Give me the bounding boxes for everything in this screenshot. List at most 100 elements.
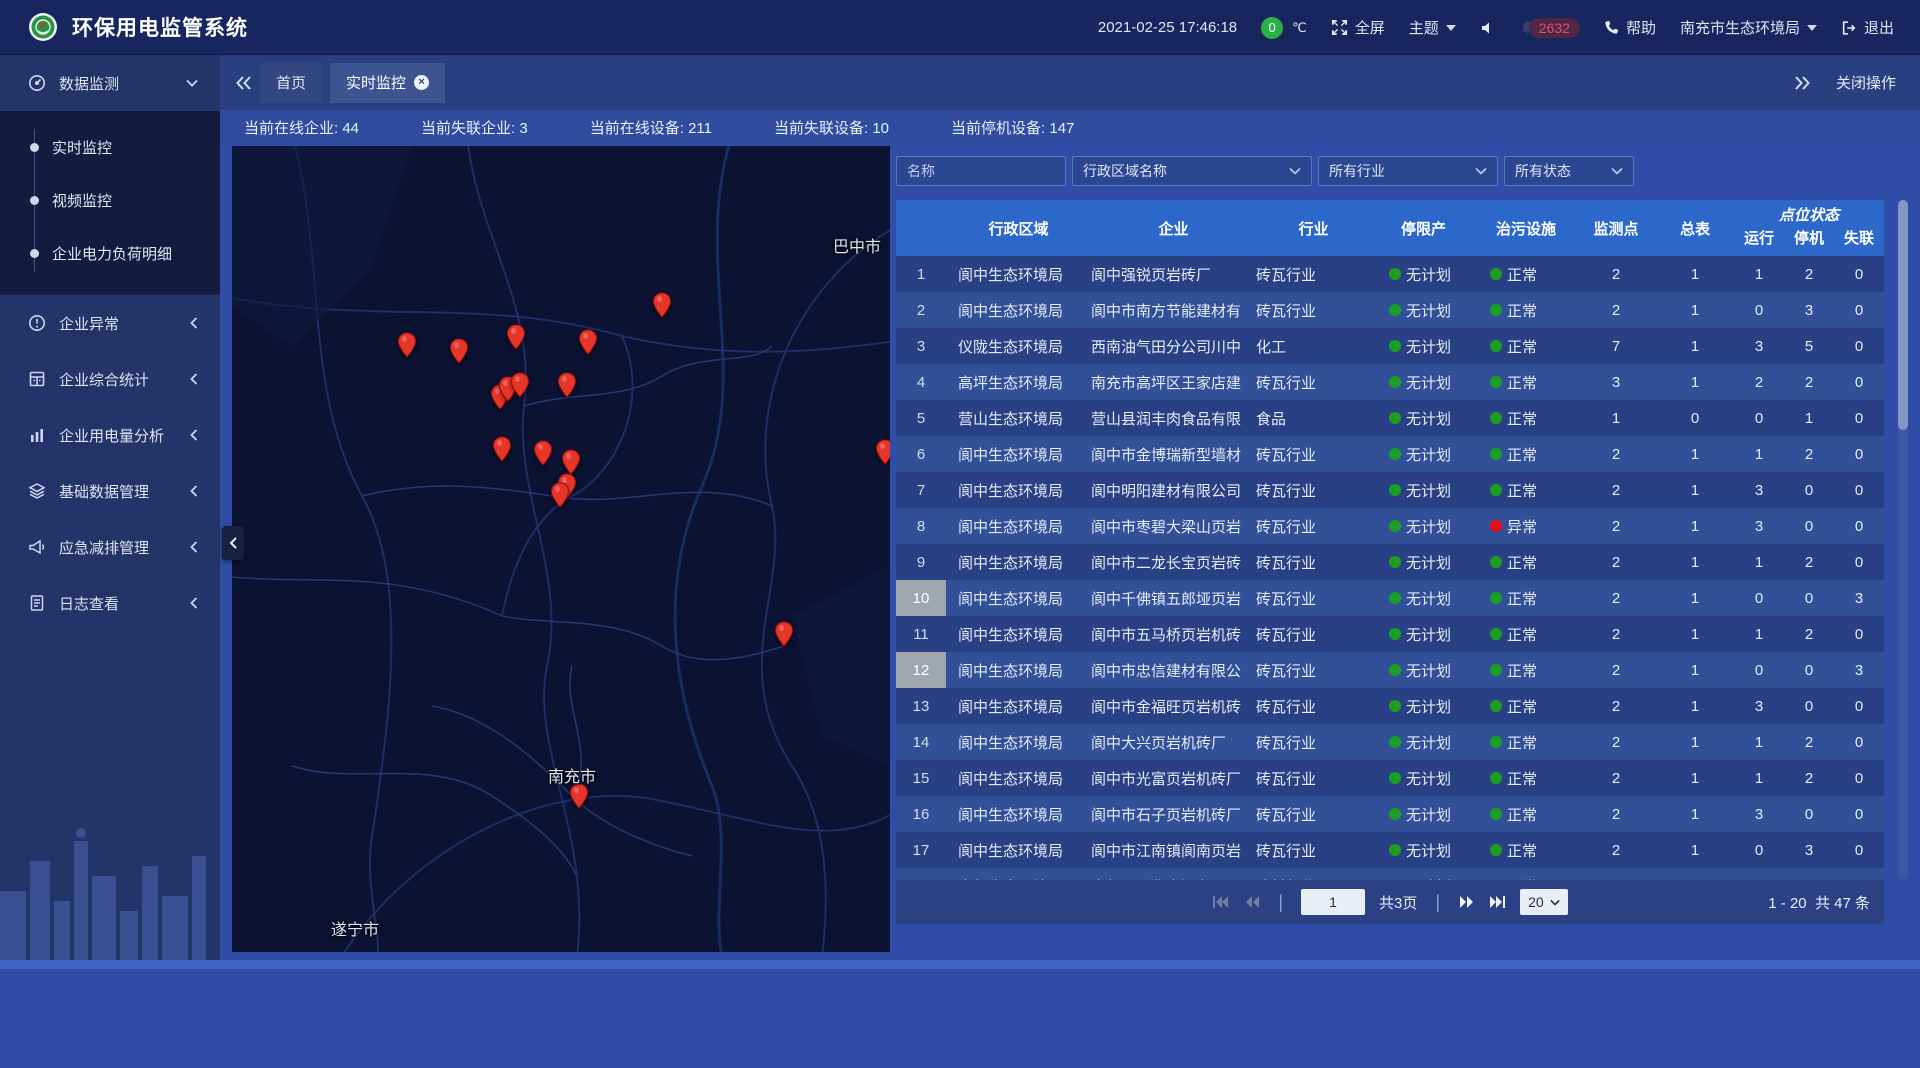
table-row[interactable]: 17 阆中生态环境局 阆中市江南镇阆南页岩 砖瓦行业 无计划 正常 2 1 0 … [896,832,1884,868]
page-size-select[interactable]: 20 [1520,889,1568,915]
status-dot [1490,412,1502,424]
cell-index: 12 [896,652,946,688]
prev-page-button[interactable] [1244,895,1260,909]
status-dot [1389,520,1401,532]
table-row[interactable]: 15 阆中生态环境局 阆中市光富页岩机砖厂 砖瓦行业 无计划 正常 2 1 1 … [896,760,1884,796]
sidebar-item-enterprise-abnormal[interactable]: 企业异常 [0,295,220,351]
tab-home[interactable]: 首页 [260,63,322,103]
theme-dropdown[interactable]: 主题 [1409,17,1456,38]
status-dot [1490,700,1502,712]
table-row[interactable]: 12 阆中生态环境局 阆中市忠信建材有限公 砖瓦行业 无计划 正常 2 1 0 … [896,652,1884,688]
cell-stop-count: 1 [1784,400,1834,436]
logout-button[interactable]: 退出 [1841,17,1894,38]
cell-bureau: 仪陇生态环境局 [946,328,1091,364]
page-number-input[interactable] [1301,889,1365,915]
cell-bureau: 阆中生态环境局 [946,544,1091,580]
map-collapse-button[interactable] [222,526,244,560]
last-page-button[interactable] [1488,895,1506,909]
org-dropdown[interactable]: 南充市生态环境局 [1680,17,1817,38]
tabs-scroll-right-button[interactable] [1794,76,1810,90]
status-dot [1490,844,1502,856]
stat-item: 当前在线设备: 211 [590,117,712,138]
table-row[interactable]: 3 仪陇生态环境局 西南油气田分公司川中 化工 无计划 正常 7 1 3 5 0 [896,328,1884,364]
table-row[interactable]: 4 高坪生态环境局 南充市高坪区王家店建 砖瓦行业 无计划 正常 3 1 2 2… [896,364,1884,400]
help-button[interactable]: 帮助 [1604,17,1656,38]
sidebar-item-enterprise-statistics[interactable]: 企业综合统计 [0,351,220,407]
cell-monitor-count: 3 [1576,364,1656,400]
map-marker-pin[interactable] [449,338,469,364]
cell-index: 10 [896,580,946,616]
sidebar-item-data-monitoring[interactable]: 数据监测 [0,55,220,111]
cell-industry: 砖瓦行业 [1256,256,1371,292]
cell-bureau: 营山生态环境局 [946,400,1091,436]
industry-filter-select[interactable]: 所有行业 [1318,156,1498,186]
cell-limit-status: 无计划 [1371,364,1476,400]
close-operations-dropdown[interactable]: 关闭操作 [1836,72,1896,93]
table-row[interactable]: 10 阆中生态环境局 阆中千佛镇五郎垭页岩 砖瓦行业 无计划 正常 2 1 0 … [896,580,1884,616]
sidebar-item-power-load-detail[interactable]: 企业电力负荷明细 [0,227,220,280]
first-page-button[interactable] [1212,895,1230,909]
footer-strip [0,960,1920,969]
status-filter-select[interactable]: 所有状态 [1504,156,1634,186]
table-row[interactable]: 8 阆中生态环境局 阆中市枣碧大梁山页岩 砖瓦行业 无计划 异常 2 1 3 0… [896,508,1884,544]
cell-facility-status: 正常 [1476,724,1576,760]
cell-company: 西南油气田分公司川中 [1091,328,1256,364]
map-marker-pin[interactable] [533,440,553,466]
notification-button[interactable]: 2632 [1520,18,1580,38]
close-icon[interactable]: × [414,75,429,90]
table-row[interactable]: 7 阆中生态环境局 阆中明阳建材有限公司 砖瓦行业 无计划 正常 2 1 3 0… [896,472,1884,508]
table-row[interactable]: 6 阆中生态环境局 阆中市金博瑞新型墙材 砖瓦行业 无计划 正常 2 1 1 2… [896,436,1884,472]
cell-industry: 砖瓦行业 [1256,724,1371,760]
table-row[interactable]: 5 营山生态环境局 营山县润丰肉食品有限 食品 无计划 正常 1 0 0 1 0 [896,400,1884,436]
cell-run-count: 3 [1734,688,1784,724]
tabs-scroll-left-button[interactable] [236,76,252,90]
fullscreen-button[interactable]: 全屏 [1331,17,1385,38]
map-marker-pin[interactable] [397,332,417,358]
cell-index: 9 [896,544,946,580]
cell-bureau: 阆中生态环境局 [946,832,1091,868]
map-marker-pin[interactable] [875,439,890,465]
sidebar-item-video-monitoring[interactable]: 视频监控 [0,174,220,227]
status-dot [1389,844,1401,856]
table-row[interactable]: 1 阆中生态环境局 阆中强锐页岩砖厂 砖瓦行业 无计划 正常 2 1 1 2 0 [896,256,1884,292]
map-marker-pin[interactable] [578,329,598,355]
name-filter-field[interactable] [896,156,1066,186]
mute-button[interactable] [1480,20,1496,36]
table-row[interactable]: 2 阆中生态环境局 阆中市南方节能建材有 砖瓦行业 无计划 正常 2 1 0 3… [896,292,1884,328]
map-marker-pin[interactable] [774,621,794,647]
cell-bureau: 阆中生态环境局 [946,256,1091,292]
table-row[interactable]: 16 阆中生态环境局 阆中市石子页岩机砖厂 砖瓦行业 无计划 正常 2 1 3 … [896,796,1884,832]
cell-lost-count: 0 [1834,796,1884,832]
table-row[interactable]: 11 阆中生态环境局 阆中市五马桥页岩机砖 砖瓦行业 无计划 正常 2 1 1 … [896,616,1884,652]
scrollbar-thumb[interactable] [1898,200,1908,430]
map-marker-pin[interactable] [557,372,577,398]
cell-monitor-count: 2 [1576,724,1656,760]
region-filter-select[interactable]: 行政区域名称 [1072,156,1312,186]
map-marker-pin[interactable] [561,449,581,475]
map-panel[interactable]: 巴中市南充市遂宁市 [232,146,890,952]
map-marker-pin[interactable] [510,372,530,398]
sidebar-item-base-data[interactable]: 基础数据管理 [0,463,220,519]
next-page-button[interactable] [1458,895,1474,909]
status-dot [1389,376,1401,388]
cell-company: 阆中大兴页岩机砖厂 [1091,724,1256,760]
tab-realtime-monitoring[interactable]: 实时监控 × [330,63,445,103]
map-marker-pin[interactable] [492,436,512,462]
cell-bureau: 阆中生态环境局 [946,796,1091,832]
map-marker-pin[interactable] [652,292,672,318]
name-filter-input[interactable] [907,163,1055,179]
cell-run-count: 0 [1734,400,1784,436]
table-row[interactable]: 18 南部生态环境局 南部县弘化水泥有限公 建材行业 无计划 正常 2 1 [896,868,1884,880]
table-row[interactable]: 14 阆中生态环境局 阆中大兴页岩机砖厂 砖瓦行业 无计划 正常 2 1 1 2… [896,724,1884,760]
sidebar-item-emergency-reduction[interactable]: 应急减排管理 [0,519,220,575]
table-row[interactable]: 13 阆中生态环境局 阆中市金福旺页岩机砖 砖瓦行业 无计划 正常 2 1 3 … [896,688,1884,724]
sidebar-item-power-analysis[interactable]: 企业用电量分析 [0,407,220,463]
sidebar-item-realtime-monitoring[interactable]: 实时监控 [0,121,220,174]
table-row[interactable]: 9 阆中生态环境局 阆中市二龙长宝页岩砖 砖瓦行业 无计划 正常 2 1 1 2… [896,544,1884,580]
sidebar-item-log-view[interactable]: 日志查看 [0,575,220,631]
cell-facility-status: 异常 [1476,508,1576,544]
stat-item: 当前失联设备: 10 [774,117,889,138]
map-marker-pin[interactable] [506,324,526,350]
page-title: 环保用电监管系统 [72,12,248,42]
map-marker-pin[interactable] [550,482,570,508]
